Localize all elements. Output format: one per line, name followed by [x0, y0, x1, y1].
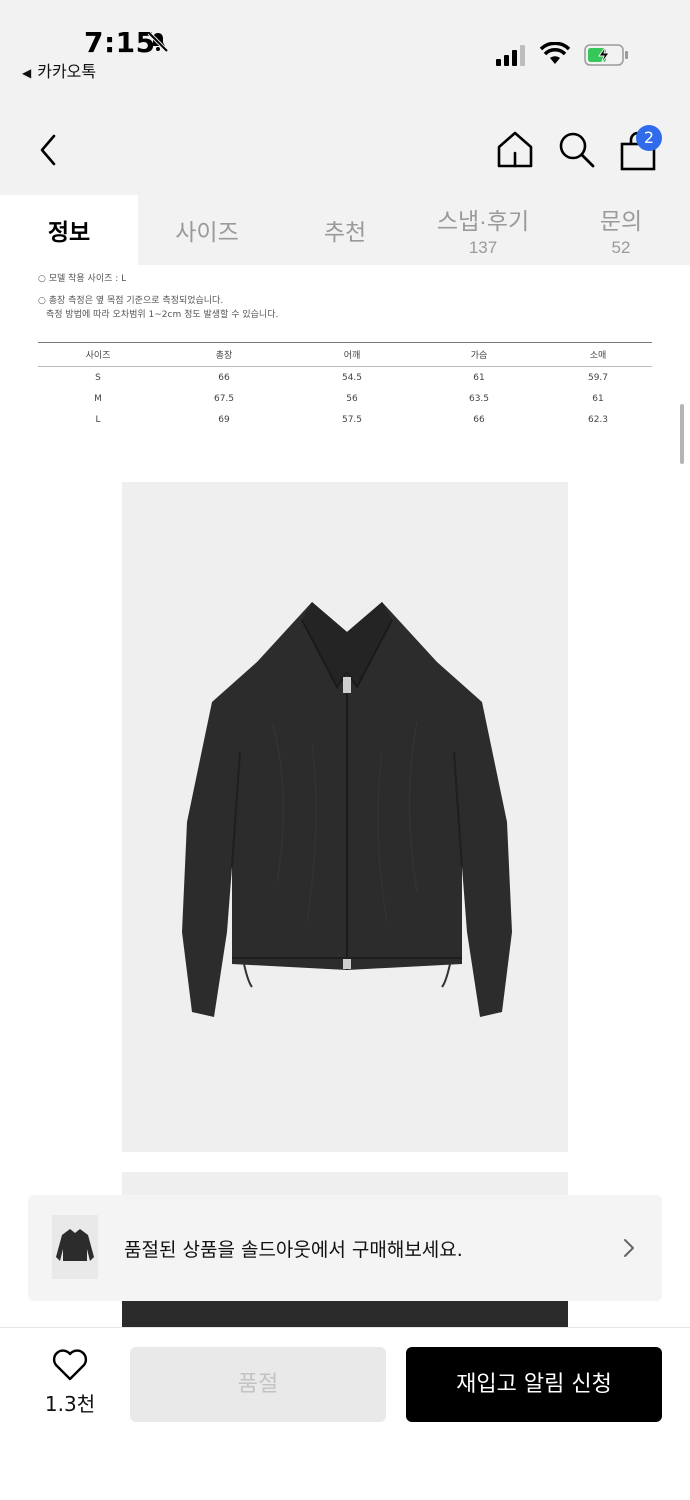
tab-label: 정보 — [47, 219, 91, 245]
like-button[interactable]: 1.3천 — [30, 1348, 110, 1417]
back-icon[interactable] — [36, 133, 62, 167]
table-cell: 59.7 — [587, 372, 609, 383]
table-cell: 57.5 — [341, 414, 363, 425]
tab-label: 추천 — [323, 219, 367, 245]
tab-label: 사이즈 — [175, 219, 239, 245]
jacket-illustration — [182, 602, 512, 1017]
back-to-app-link[interactable]: ◀ 카카오톡 — [22, 58, 96, 82]
status-time: 7:15 — [84, 26, 156, 59]
table-cell: 54.5 — [341, 372, 363, 383]
table-cell: 62.3 — [587, 414, 609, 425]
tab-info[interactable]: 정보 — [0, 195, 138, 265]
table-cell: L — [95, 414, 101, 425]
product-image-2-detail — [122, 1300, 568, 1327]
top-nav-bar: 2 — [0, 95, 690, 195]
table-cell: 69 — [218, 414, 230, 425]
measure-note-1: ○ 총장 측정은 옆 목점 기준으로 측정되었습니다. — [38, 296, 224, 306]
back-app-arrow: ◀ — [22, 66, 32, 80]
battery-charging-icon — [584, 44, 628, 66]
status-bar: 7:15 ◀ 카카오톡 — [0, 0, 690, 95]
table-cell: 66 — [218, 372, 230, 383]
table-row: L 69 57.5 66 62.3 — [38, 409, 652, 430]
tab-snap-review[interactable]: 스냅·후기 137 — [414, 195, 552, 265]
table-cell: 67.5 — [213, 393, 235, 404]
back-app-label: 카카오톡 — [37, 62, 97, 81]
tab-size[interactable]: 사이즈 — [138, 195, 276, 265]
table-header-cell: 총장 — [215, 351, 233, 361]
bottom-action-bar: 1.3천 품절 재입고 알림 신청 — [0, 1327, 690, 1500]
tab-inquiry[interactable]: 문의 52 — [552, 195, 690, 265]
search-icon[interactable] — [556, 129, 596, 169]
table-header-cell: 가슴 — [470, 351, 488, 361]
bell-off-icon — [147, 31, 169, 53]
chevron-right-icon — [624, 1239, 634, 1257]
measure-note-2: 측정 방법에 따라 오차범위 1~2cm 정도 발생할 수 있습니다. — [46, 310, 279, 320]
heart-icon — [52, 1349, 88, 1381]
size-table: 사이즈 총장 어깨 가슴 소매 S 66 54.5 61 59.7 M 67.5… — [38, 342, 652, 430]
model-size-note: ○ 모델 착용 사이즈 : L — [38, 274, 127, 284]
table-cell: 63.5 — [468, 393, 490, 404]
table-cell: 61 — [473, 372, 485, 383]
table-row: M 67.5 56 63.5 61 — [38, 388, 652, 409]
scroll-indicator[interactable] — [680, 404, 684, 464]
table-header-row: 사이즈 총장 어깨 가슴 소매 — [38, 343, 652, 367]
tab-label: 문의 — [599, 208, 643, 234]
tab-count: 52 — [611, 238, 631, 257]
soldout-button[interactable]: 품절 — [130, 1347, 386, 1422]
table-header-cell: 어깨 — [343, 351, 361, 361]
table-cell: M — [94, 393, 102, 404]
home-icon[interactable] — [495, 129, 535, 169]
cellular-signal-icon — [496, 45, 525, 66]
table-cell: S — [95, 372, 101, 383]
table-header-cell: 소매 — [589, 351, 607, 361]
product-image — [122, 482, 568, 1152]
table-row: S 66 54.5 61 59.7 — [38, 367, 652, 388]
cart-count-badge: 2 — [636, 125, 662, 151]
wifi-icon — [540, 42, 570, 64]
like-count: 1.3천 — [44, 1392, 96, 1416]
soldout-marketplace-banner[interactable]: 품절된 상품을 솔드아웃에서 구매해보세요. — [28, 1195, 662, 1301]
tab-recommend[interactable]: 추천 — [276, 195, 414, 265]
tab-count: 137 — [468, 238, 498, 257]
tab-label: 스냅·후기 — [436, 208, 530, 234]
soldout-banner-text: 품절된 상품을 솔드아웃에서 구매해보세요. — [124, 1239, 463, 1261]
size-notes: ○ 모델 착용 사이즈 : L ○ 총장 측정은 옆 목점 기준으로 측정되었습… — [38, 272, 278, 322]
product-tabs: 정보 사이즈 추천 스냅·후기 137 문의 52 — [0, 195, 690, 265]
table-cell: 61 — [592, 393, 604, 404]
restock-alert-button[interactable]: 재입고 알림 신청 — [406, 1347, 662, 1422]
table-cell: 56 — [346, 393, 358, 404]
table-header-cell: 사이즈 — [85, 351, 111, 361]
product-thumbnail — [52, 1215, 98, 1279]
table-cell: 66 — [473, 414, 485, 425]
